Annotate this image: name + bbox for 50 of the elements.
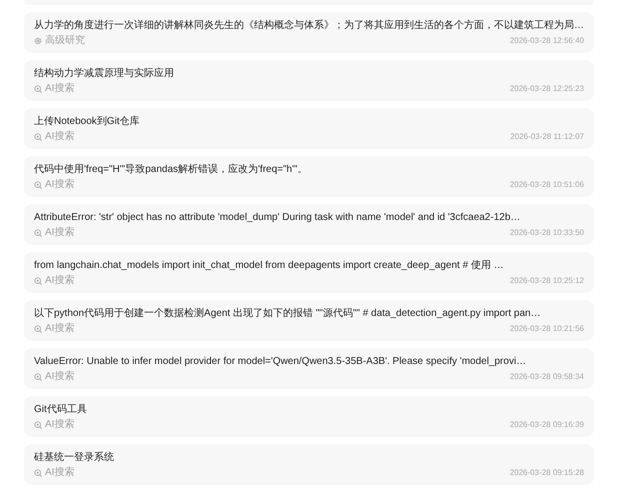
search-icon xyxy=(34,229,42,237)
search-icon xyxy=(34,373,42,381)
timestamp: 2026-03-28 10:51:06 xyxy=(510,179,584,191)
gear-icon xyxy=(34,37,42,45)
history-card[interactable]: AttributeError: 'str' object has no attribute 'model_dump' During task with name 'model' and id '3cfcaea2-12b… AI搜索 2026-03-28 10:33:50 xyxy=(24,204,594,245)
search-icon xyxy=(34,133,42,141)
timestamp: 2026-03-28 11:12:07 xyxy=(510,131,584,143)
timestamp: 2026-03-28 10:33:50 xyxy=(510,227,584,239)
source-label: AI搜索 xyxy=(45,323,74,335)
timestamp: 2026-03-28 09:16:39 xyxy=(510,419,584,431)
source-label: AI搜索 xyxy=(45,131,74,143)
history-title: ValueError: Unable to infer model provider for model='Qwen/Qwen3.5-35B-A3B'. Please specify 'model_provi… xyxy=(34,355,528,368)
search-icon xyxy=(34,181,42,189)
timestamp: 2026-03-28 10:21:56 xyxy=(510,323,584,335)
history-card[interactable]: 代码中使用'freq="H"'导致pandas解析错误，应改为'freq="h"'。 AI搜索 2026-03-28 10:51:06 xyxy=(24,156,594,197)
timestamp: 2026-03-28 12:25:23 xyxy=(510,83,584,95)
source-label: AI搜索 xyxy=(45,467,74,479)
history-card[interactable]: 以下python代码用于创建一个数据检测Agent 出现了如下的报错 ""源代码"" # data_detection_agent.py import pan… AI搜索 2026-03-28 10:21:56 xyxy=(24,300,594,341)
search-icon xyxy=(34,277,42,285)
search-icon xyxy=(34,325,42,333)
source-label: AI搜索 xyxy=(45,179,74,191)
history-card[interactable]: Git代码工具 AI搜索 2026-03-28 09:16:39 xyxy=(24,396,594,437)
search-icon xyxy=(34,421,42,429)
history-card[interactable]: 结构动力学减震原理与实际应用 AI搜索 2026-03-28 12:25:23 xyxy=(24,60,594,101)
source-label: 高级研究 xyxy=(45,35,85,47)
source-label: AI搜索 xyxy=(45,275,74,287)
timestamp: 2026-03-28 10:25:12 xyxy=(510,275,584,287)
source-label: AI搜索 xyxy=(45,83,74,95)
history-title: 硅基统一登录系统 xyxy=(34,451,115,464)
history-title: AttributeError: 'str' object has no attribute 'model_dump' During task with name 'model' and id '3cfcaea2-12b… xyxy=(34,211,522,224)
source-label: AI搜索 xyxy=(45,419,74,431)
history-title: Git代码工具 xyxy=(34,403,88,416)
search-icon xyxy=(34,469,42,477)
search-icon xyxy=(34,85,42,93)
history-card[interactable]: 从力学的角度进行一次详细的讲解林同炎先生的《结构概念与体系》；为了将其应用到生活的各个方面，不以建筑工程为局… 高级研究 2026-03-28 12:56:40 xyxy=(24,12,594,53)
history-card[interactable]: from langchain.chat_models import init_chat_model from deepagents import create_deep_agent # 使用 … AI搜索 2026-03-28 10:25:12 xyxy=(24,252,594,293)
history-card[interactable]: ValueError: Unable to infer model provider for model='Qwen/Qwen3.5-35B-A3B'. Please specify 'model_provi… AI搜索 2026-03-28 09:58:34 xyxy=(24,348,594,389)
history-title: 结构动力学减震原理与实际应用 xyxy=(34,67,175,80)
history-title: 代码中使用'freq="H"'导致pandas解析错误，应改为'freq="h"'。 xyxy=(34,163,309,176)
timestamp: 2026-03-28 12:56:40 xyxy=(510,35,584,47)
history-card[interactable]: 硅基统一登录系统 AI搜索 2026-03-28 09:15:28 xyxy=(24,444,594,485)
history-title: 从力学的角度进行一次详细的讲解林同炎先生的《结构概念与体系》；为了将其应用到生活的各个方面，不以建筑工程为局… xyxy=(34,19,584,32)
history-card[interactable]: 上传Notebook到Git仓库 AI搜索 2026-03-28 11:12:07 xyxy=(24,108,594,149)
history-title: from langchain.chat_models import init_chat_model from deepagents import create_deep_agent # 使用 … xyxy=(34,259,505,272)
source-label: AI搜索 xyxy=(45,227,74,239)
history-title: 上传Notebook到Git仓库 xyxy=(34,115,141,128)
timestamp: 2026-03-28 09:15:28 xyxy=(510,467,584,479)
timestamp: 2026-03-28 09:58:34 xyxy=(510,371,584,383)
source-label: AI搜索 xyxy=(45,371,74,383)
history-title: 以下python代码用于创建一个数据检测Agent 出现了如下的报错 ""源代码"" # data_detection_agent.py import pan… xyxy=(34,307,542,320)
